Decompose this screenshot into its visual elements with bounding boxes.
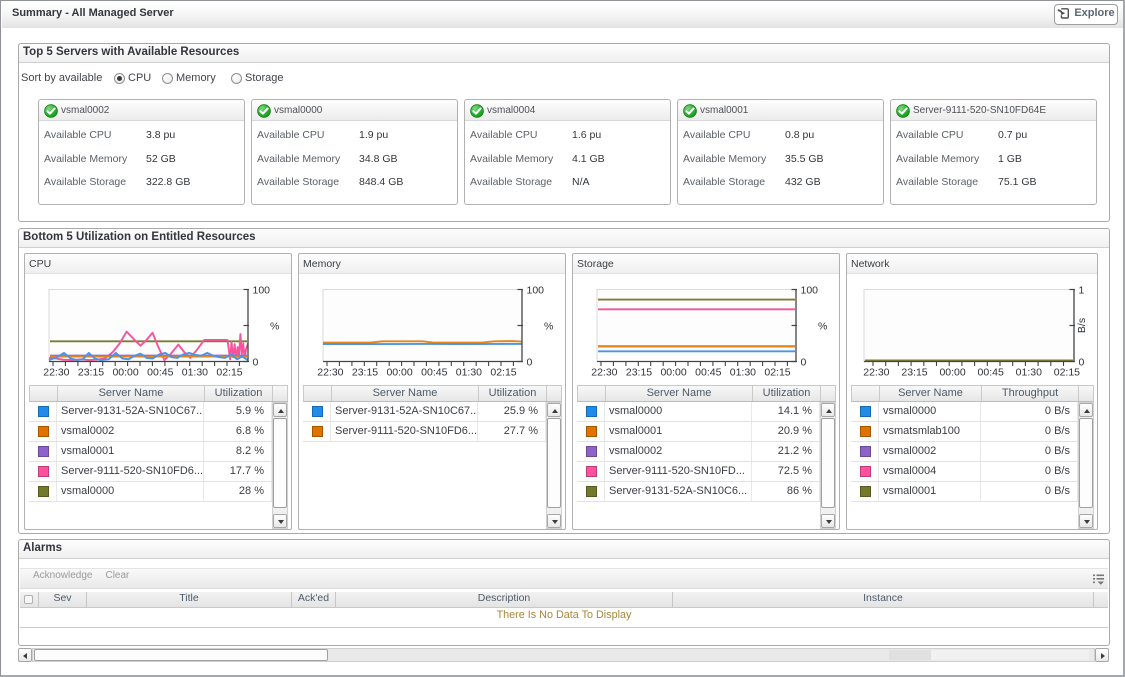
svg-text:02:15: 02:15 xyxy=(490,367,516,379)
svg-text:22:30: 22:30 xyxy=(317,367,343,379)
svg-text:100: 100 xyxy=(253,285,271,297)
svg-text:00:00: 00:00 xyxy=(112,367,138,379)
svg-text:23:15: 23:15 xyxy=(78,367,104,379)
svg-text:01:30: 01:30 xyxy=(456,367,482,379)
svg-text:100: 100 xyxy=(801,285,819,297)
svg-text:100: 100 xyxy=(527,285,545,297)
svg-text:22:30: 22:30 xyxy=(863,367,889,379)
svg-text:1: 1 xyxy=(1079,285,1085,297)
svg-text:01:30: 01:30 xyxy=(1016,367,1042,379)
svg-text:0: 0 xyxy=(527,357,533,369)
svg-text:0: 0 xyxy=(253,357,259,369)
svg-text:02:15: 02:15 xyxy=(216,367,242,379)
svg-text:02:15: 02:15 xyxy=(764,367,790,379)
svg-text:01:30: 01:30 xyxy=(730,367,756,379)
svg-text:23:15: 23:15 xyxy=(626,367,652,379)
svg-text:%: % xyxy=(270,321,279,333)
svg-text:00:45: 00:45 xyxy=(421,367,447,379)
svg-text:22:30: 22:30 xyxy=(591,367,617,379)
svg-text:00:00: 00:00 xyxy=(386,367,412,379)
svg-text:22:30: 22:30 xyxy=(43,367,69,379)
svg-text:00:45: 00:45 xyxy=(147,367,173,379)
svg-text:00:45: 00:45 xyxy=(978,367,1004,379)
svg-text:00:45: 00:45 xyxy=(695,367,721,379)
svg-text:%: % xyxy=(818,321,827,333)
svg-text:02:15: 02:15 xyxy=(1054,367,1080,379)
svg-text:B/s: B/s xyxy=(1076,318,1088,333)
svg-text:23:15: 23:15 xyxy=(352,367,378,379)
svg-text:01:30: 01:30 xyxy=(182,367,208,379)
svg-text:00:00: 00:00 xyxy=(660,367,686,379)
svg-text:0: 0 xyxy=(801,357,807,369)
svg-text:23:15: 23:15 xyxy=(901,367,927,379)
svg-text:00:00: 00:00 xyxy=(939,367,965,379)
svg-text:%: % xyxy=(544,321,553,333)
